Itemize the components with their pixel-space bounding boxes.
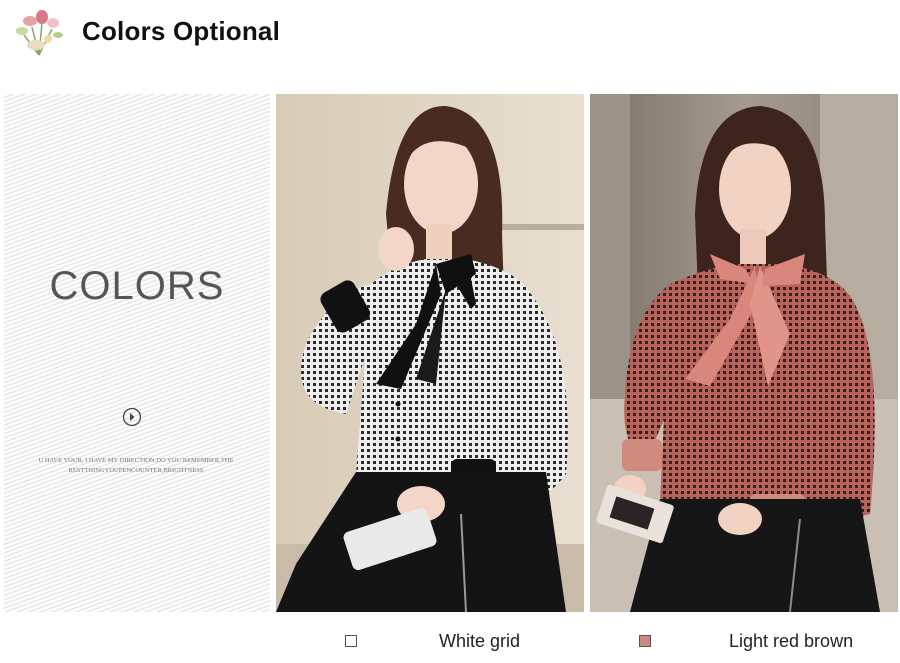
tagline-text: U HAVE YOUR, I HAVE MY DIRECTION,DO YOU … [18, 456, 254, 476]
white-grid-product-photo [276, 94, 584, 612]
page-title: Colors Optional [82, 16, 280, 46]
color-gallery: COLORS U HAVE YOUR, I HAVE MY DIRECTION,… [0, 94, 900, 612]
white-grid-swatch [345, 635, 357, 647]
light-red-brown-swatch [639, 635, 651, 647]
white-grid-label: White grid [439, 631, 521, 651]
tagline-line-1: U HAVE YOUR, I HAVE MY DIRECTION,DO YOU … [38, 457, 234, 464]
page-header: Colors Optional [0, 0, 900, 70]
color-legend: White grid Light red brown [0, 626, 900, 656]
tagline-line-2: RESTTHINGYOUPENCOUNTER,BRIGHTNESS [68, 467, 204, 474]
colors-intro-panel: COLORS U HAVE YOUR, I HAVE MY DIRECTION,… [4, 94, 270, 612]
flower-bouquet-icon [16, 10, 63, 56]
light-red-brown-product-photo [590, 94, 898, 612]
light-red-brown-label: Light red brown [729, 631, 854, 651]
colors-heading: COLORS [49, 264, 225, 308]
circle-arrow-right-icon [122, 407, 142, 427]
